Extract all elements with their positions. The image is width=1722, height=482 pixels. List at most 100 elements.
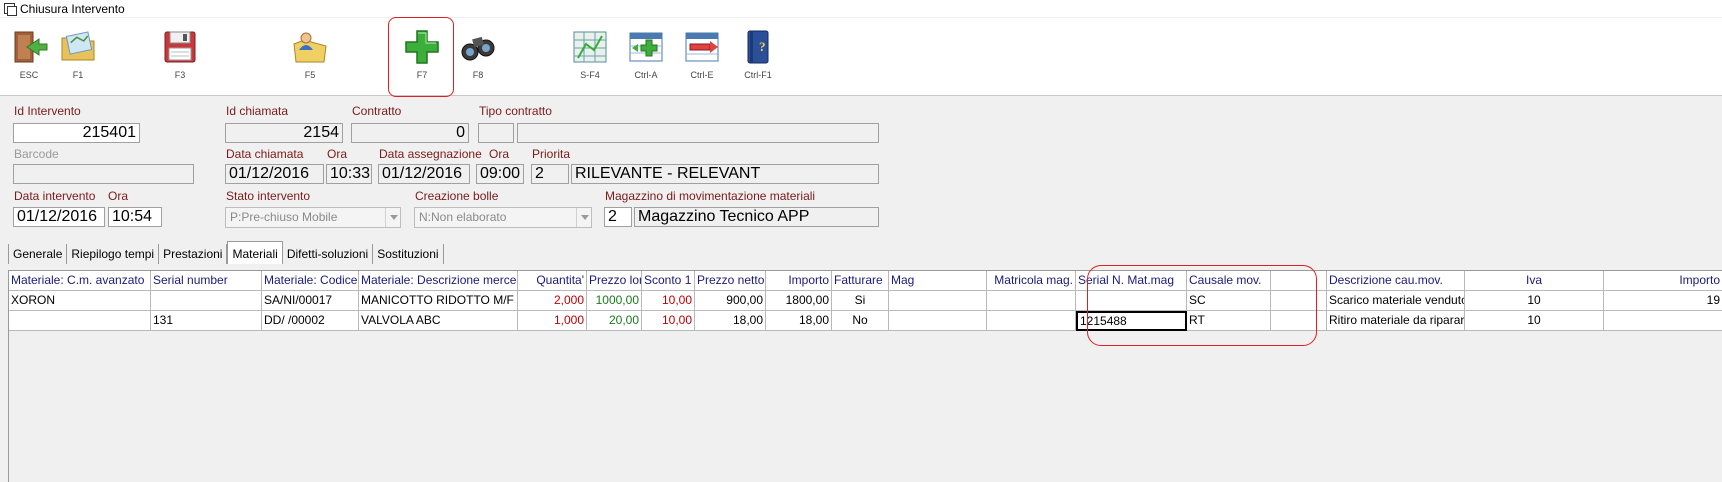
ora-intervento-field[interactable]: 10:54: [108, 207, 162, 227]
id-chiamata-field: 2154: [225, 123, 343, 143]
column-header[interactable]: Importo: [766, 271, 832, 291]
cell-cm-avanzato[interactable]: [9, 311, 151, 331]
tab-sostituzioni[interactable]: Sostituzioni: [373, 244, 444, 264]
column-header[interactable]: Sconto 1: [642, 271, 695, 291]
cell-matricola-mag[interactable]: [987, 291, 1076, 311]
data-chiamata-label: Data chiamata: [226, 147, 304, 161]
magazzino-code-field[interactable]: 2: [604, 207, 632, 227]
f7-highlight-annotation: [388, 17, 454, 97]
cell-codice[interactable]: SA/NI/00017: [262, 291, 359, 311]
column-header[interactable]: Descrizione cau.mov.: [1327, 271, 1465, 291]
cell-prezzo-netto[interactable]: 18,00: [695, 311, 766, 331]
creazione-bolle-label: Creazione bolle: [415, 189, 499, 203]
toolbar: ESC F1 F3 F5 F7 F8 S-F4 Ctrl-A Ctrl-E ? …: [0, 18, 1722, 96]
data-intervento-field[interactable]: 01/12/2016: [13, 207, 105, 227]
chevron-down-icon[interactable]: [576, 208, 591, 227]
barcode-field[interactable]: [13, 164, 194, 184]
cell-cm-avanzato[interactable]: XORON: [9, 291, 151, 311]
tipo-contratto-field: [517, 123, 879, 143]
contratto-field: 0: [351, 123, 469, 143]
s-f4-label: S-F4: [580, 70, 600, 80]
cell-serial-number[interactable]: [151, 291, 262, 311]
help-book-icon: ?: [747, 30, 769, 64]
creazione-bolle-select[interactable]: N:Non elaborato: [414, 207, 592, 228]
column-header[interactable]: Quantita': [518, 271, 587, 291]
f3-button[interactable]: F3: [155, 28, 205, 94]
window-icon: [2, 2, 17, 16]
cell-codice[interactable]: DD/ /00002: [262, 311, 359, 331]
column-header[interactable]: Mag: [889, 271, 987, 291]
svg-text:?: ?: [759, 39, 766, 54]
column-header[interactable]: Importo: [1604, 271, 1722, 291]
esc-label: ESC: [19, 70, 39, 80]
cell-quantita[interactable]: 2,000: [518, 291, 587, 311]
table-row[interactable]: XORON SA/NI/00017 MANICOTTO RIDOTTO M/F …: [9, 291, 1722, 311]
cell-mag[interactable]: [889, 311, 987, 331]
cell-descrizione-cau-mov[interactable]: Ritiro materiale da riparare: [1327, 311, 1465, 331]
f1-label: F1: [72, 70, 84, 80]
chevron-down-icon[interactable]: [385, 208, 400, 227]
ctrl-f1-button[interactable]: ? Ctrl-F1: [733, 28, 783, 94]
title-bar: Chiusura Intervento: [0, 0, 1722, 17]
cell-sconto[interactable]: 10,00: [642, 291, 695, 311]
floppy-save-icon: [164, 31, 196, 63]
cell-prezzo-lordo[interactable]: 20,00: [587, 311, 642, 331]
column-header[interactable]: Prezzo netto: [695, 271, 766, 291]
chiusura-intervento-window: Chiusura Intervento ESC F1 F3 F5 F7 F8 S…: [0, 0, 1722, 482]
ora-assegnazione-field: 09:00: [476, 164, 524, 184]
cell-fatturare[interactable]: Si: [832, 291, 889, 311]
creazione-bolle-value: N:Non elaborato: [419, 210, 507, 224]
grid-map-icon: [573, 31, 607, 63]
cell-prezzo-lordo[interactable]: 1000,00: [587, 291, 642, 311]
cell-mag[interactable]: [889, 291, 987, 311]
column-header[interactable]: Iva: [1465, 271, 1604, 291]
remove-row-icon: [685, 32, 719, 62]
s-f4-button[interactable]: S-F4: [565, 28, 615, 94]
column-header[interactable]: Prezzo lordo: [587, 271, 642, 291]
cell-fatturare[interactable]: No: [832, 311, 889, 331]
f5-button[interactable]: F5: [285, 28, 335, 94]
ora-chiamata-field: 10:33: [326, 164, 372, 184]
tab-difetti-soluzioni[interactable]: Difetti-soluzioni: [283, 244, 374, 264]
column-header[interactable]: Materiale: C.m. avanzato: [9, 271, 151, 291]
cell-importo-iva[interactable]: [1604, 311, 1722, 331]
cell-prezzo-netto[interactable]: 900,00: [695, 291, 766, 311]
cell-importo[interactable]: 18,00: [766, 311, 832, 331]
cell-importo[interactable]: 1800,00: [766, 291, 832, 311]
ctrl-e-button[interactable]: Ctrl-E: [677, 28, 727, 94]
cell-serial-number[interactable]: 131: [151, 311, 262, 331]
tab-prestazioni[interactable]: Prestazioni: [159, 244, 228, 264]
add-row-icon: [629, 32, 663, 62]
cell-sconto[interactable]: 10,00: [642, 311, 695, 331]
column-header[interactable]: Fatturare: [832, 271, 889, 291]
cell-quantita[interactable]: 1,000: [518, 311, 587, 331]
cell-iva[interactable]: 10: [1465, 291, 1604, 311]
stato-intervento-select[interactable]: P:Pre-chiuso Mobile: [225, 207, 401, 228]
magazzino-field: Magazzino Tecnico APP: [634, 207, 879, 227]
esc-button[interactable]: ESC: [4, 28, 54, 94]
folder-map-icon: [61, 31, 95, 61]
table-row[interactable]: 131 DD/ /00002 VALVOLA ABC 1,000 20,00 1…: [9, 311, 1722, 331]
cell-descrizione-cau-mov[interactable]: Scarico materiale venduto: [1327, 291, 1465, 311]
ctrl-a-button[interactable]: Ctrl-A: [621, 28, 671, 94]
barcode-label: Barcode: [14, 147, 59, 161]
cell-importo-iva[interactable]: 19: [1604, 291, 1722, 311]
f8-button[interactable]: F8: [453, 28, 503, 94]
priorita-label: Priorita: [532, 147, 571, 161]
tab-materiali[interactable]: Materiali: [227, 241, 283, 264]
column-header[interactable]: Materiale: Descrizione merce: [359, 271, 518, 291]
cell-matricola-mag[interactable]: [987, 311, 1076, 331]
cell-descrizione[interactable]: MANICOTTO RIDOTTO M/F: [359, 291, 518, 311]
cell-descrizione[interactable]: VALVOLA ABC: [359, 311, 518, 331]
magazzino-label: Magazzino di movimentazione materiali: [605, 189, 816, 203]
tab-generale[interactable]: Generale: [8, 244, 68, 264]
column-header[interactable]: Matricola mag.: [987, 271, 1076, 291]
cell-iva[interactable]: 10: [1465, 311, 1604, 331]
tab-riepilogo-tempi[interactable]: Riepilogo tempi: [67, 244, 160, 264]
data-intervento-label: Data intervento: [14, 189, 96, 203]
id-intervento-field[interactable]: 215401: [13, 123, 140, 143]
f1-button[interactable]: F1: [53, 28, 103, 94]
column-header[interactable]: Serial number: [151, 271, 262, 291]
priorita-code-field: 2: [531, 164, 569, 184]
column-header[interactable]: Materiale: Codice: [262, 271, 359, 291]
